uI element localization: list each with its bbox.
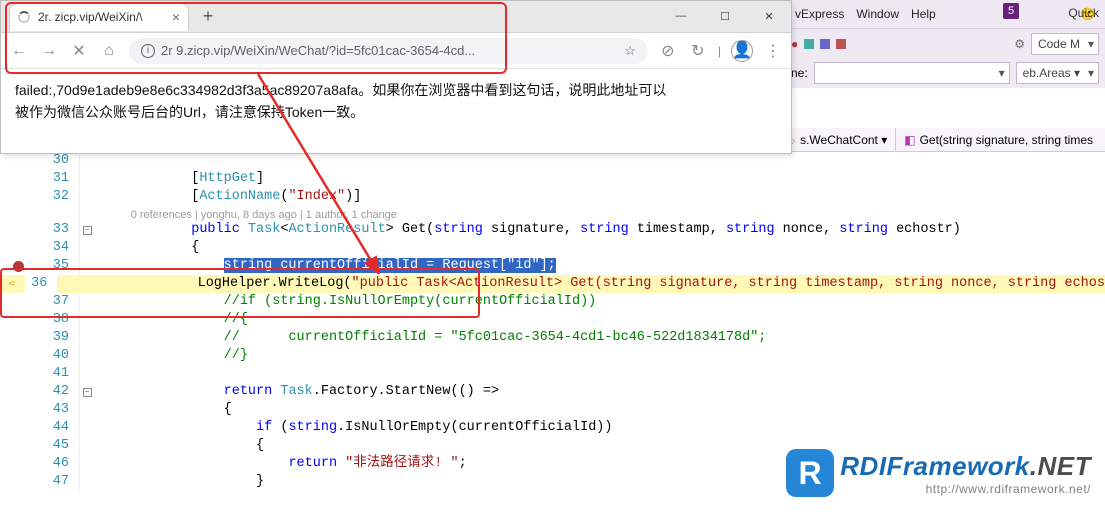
extension-2-icon[interactable]: ↻ [688, 41, 708, 61]
code-line-42: return Task.Factory.StartNew(() => [94, 383, 1105, 401]
menu-window[interactable]: Window [856, 7, 899, 21]
crumb-class-label: s.WeChatCont ▾ [800, 133, 887, 147]
code-line-38: //{ [94, 311, 1105, 329]
code-line-34: { [94, 239, 1105, 257]
code-line-30 [94, 152, 1105, 170]
watermark-logo: R RDIFramework.NET http://www.rdiframewo… [786, 449, 1091, 497]
new-tab-button[interactable]: + [195, 4, 221, 30]
browser-menu-icon[interactable]: ⋮ [763, 41, 783, 61]
content-line-1: failed:,70d9e1adeb9e8e6c334982d3f3a5ac89… [15, 82, 666, 98]
maximize-button[interactable]: ☐ [703, 1, 747, 31]
close-button[interactable]: ✕ [747, 1, 791, 31]
code-line-40: //} [94, 347, 1105, 365]
settings-icon[interactable]: ⚙ [1014, 37, 1025, 51]
current-line-arrow-icon: ➪ [9, 275, 16, 293]
site-info-icon[interactable]: i [141, 44, 155, 58]
tab-close-icon[interactable]: × [172, 9, 180, 25]
page-content: failed:,70d9e1adeb9e8e6c334982d3f3a5ac89… [1, 69, 791, 134]
code-line-44: if (string.IsNullOrEmpty(currentOfficial… [94, 419, 1105, 437]
fold-toggle-icon[interactable]: − [83, 388, 92, 397]
home-button[interactable]: ⌂ [99, 42, 119, 60]
code-line-39: // currentOfficialId = "5fc01cac-3654-4c… [94, 329, 1105, 347]
vs-menubar: vExpress Window Help 🙂 [785, 0, 1105, 28]
profile-avatar-icon[interactable]: 👤 [731, 40, 753, 62]
bookmark-star-icon[interactable]: ☆ [624, 43, 636, 59]
extension-1-icon[interactable]: ⊘ [658, 41, 678, 61]
crumb-method[interactable]: ◧Get(string signature, string times [895, 128, 1101, 151]
crumb-method-label: Get(string signature, string times [920, 133, 1093, 147]
code-line-32: [ActionName("Index")] [94, 188, 1105, 206]
forward-button[interactable]: → [39, 42, 59, 60]
code-lens[interactable]: 0 references | yonghu, 8 days ago | 1 au… [94, 206, 1105, 221]
config-combo[interactable] [814, 62, 1010, 84]
code-line-41 [94, 365, 1105, 383]
watermark-brand: RDIFramework [840, 451, 1030, 481]
combo-prefix: ne: [791, 66, 808, 80]
record-icon[interactable]: ● [791, 37, 798, 51]
breakpoint-icon[interactable] [13, 261, 24, 272]
browser-tab[interactable]: 2r. zicp.vip/WeiXin/\ × [9, 3, 189, 31]
address-bar[interactable]: i 2r 9.zicp.vip/WeiXin/WeChat/?id=5fc01c… [129, 38, 648, 64]
content-line-2: 被作为微信公众账号后台的Url，请注意保持Token一致。 [15, 104, 364, 120]
back-button[interactable]: ← [9, 42, 29, 60]
menu-help[interactable]: Help [911, 7, 936, 21]
browser-window: 2r. zicp.vip/WeiXin/\ × + — ☐ ✕ ← → ✕ ⌂ … [0, 0, 792, 154]
watermark-url: http://www.rdiframework.net/ [840, 482, 1091, 496]
code-line-31: [HttpGet] [94, 170, 1105, 188]
code-line-33: public Task<ActionResult> Get(string sig… [94, 221, 1105, 239]
window-controls: — ☐ ✕ [659, 1, 791, 31]
loading-spinner-icon [18, 11, 30, 23]
minimize-button[interactable]: — [659, 1, 703, 31]
fold-toggle-icon[interactable]: − [83, 226, 92, 235]
code-line-36: LogHelper.WriteLog("public Task<ActionRe… [68, 275, 1105, 293]
areas-combo[interactable]: eb.Areas ▾ [1016, 62, 1099, 84]
code-line-43: { [94, 401, 1105, 419]
quick-launch[interactable]: Quick [1068, 6, 1099, 20]
code-line-37: //if (string.IsNullOrEmpty(currentOffici… [94, 293, 1105, 311]
code-map-button[interactable]: Code M [1031, 33, 1099, 55]
notifications-badge[interactable]: 5 [1003, 3, 1019, 19]
url-text: 2r 9.zicp.vip/WeiXin/WeChat/?id=5fc01cac… [161, 43, 475, 58]
vs-toolbar2: ne: eb.Areas ▾ [785, 58, 1105, 88]
stop-reload-button[interactable]: ✕ [69, 41, 89, 61]
watermark-tld: .NET [1030, 451, 1091, 481]
vs-toolbar: ● ⚙ Code M [785, 28, 1105, 58]
tab-title: 2r. zicp.vip/WeiXin/\ [38, 10, 142, 24]
code-line-35: string currentOfficialId = Request["id"]… [94, 257, 1105, 275]
watermark-r-icon: R [786, 449, 834, 497]
tb-square-2[interactable] [820, 39, 830, 49]
browser-toolbar: ← → ✕ ⌂ i 2r 9.zicp.vip/WeiXin/WeChat/?i… [1, 33, 791, 69]
tb-square-3[interactable] [836, 39, 846, 49]
menu-devexpress[interactable]: vExpress [795, 7, 844, 21]
tb-square-1[interactable] [804, 39, 814, 49]
browser-titlebar: 2r. zicp.vip/WeiXin/\ × + — ☐ ✕ [1, 1, 791, 33]
